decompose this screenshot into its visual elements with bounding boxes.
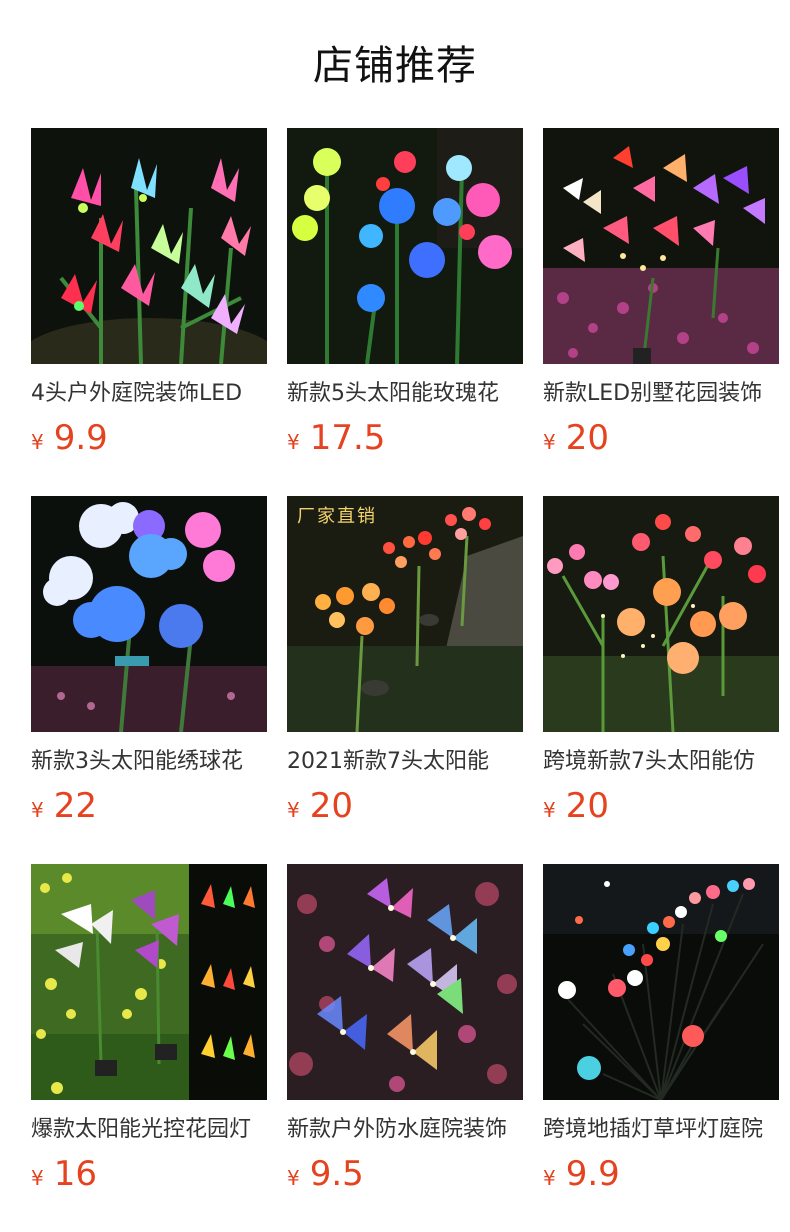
product-card[interactable]: 跨境新款7头太阳能仿 ¥20 xyxy=(543,496,779,826)
price-amount: 9.9 xyxy=(565,1154,620,1194)
product-name[interactable]: 爆款太阳能光控花园灯 xyxy=(31,1114,267,1146)
currency-symbol: ¥ xyxy=(543,1166,556,1190)
product-name[interactable]: 新款LED别墅花园装饰 xyxy=(543,378,779,410)
price-amount: 20 xyxy=(565,418,609,458)
product-price: ¥20 xyxy=(543,784,609,828)
carnation-lights-image[interactable]: 厂家直销 xyxy=(287,496,523,732)
rose-lights-image[interactable] xyxy=(287,128,523,364)
product-price: ¥9.5 xyxy=(287,1152,364,1196)
price-amount: 16 xyxy=(53,1154,97,1194)
product-price: ¥20 xyxy=(543,416,609,460)
product-name[interactable]: 跨境新款7头太阳能仿 xyxy=(543,746,779,778)
product-price: ¥20 xyxy=(287,784,353,828)
product-card[interactable]: 厂家直销 2021新款7头太阳能 ¥20 xyxy=(287,496,523,826)
product-price: ¥17.5 xyxy=(287,416,385,460)
product-card[interactable]: 跨境地插灯草坪灯庭院 ¥9.9 xyxy=(543,864,779,1194)
price-amount: 20 xyxy=(309,786,353,826)
orchid-lights-image[interactable] xyxy=(543,128,779,364)
currency-symbol: ¥ xyxy=(31,798,44,822)
product-price: ¥9.9 xyxy=(31,416,108,460)
currency-symbol: ¥ xyxy=(543,430,556,454)
product-grid: 4头户外庭院装饰LED ¥9.9 新款5头太阳能玫瑰花 ¥ 17.5 新款LED… xyxy=(31,128,790,1232)
product-price: ¥16 xyxy=(31,1152,97,1196)
page-title: 店铺推荐 xyxy=(313,43,477,89)
price-amount: 9.9 xyxy=(53,418,108,458)
currency-symbol: ¥ xyxy=(287,798,300,822)
product-name[interactable]: 2021新款7头太阳能 xyxy=(287,746,523,778)
factory-direct-tag: 厂家直销 xyxy=(297,506,377,527)
product-card[interactable]: 新款户外防水庭院装饰 ¥9.5 xyxy=(287,864,523,1194)
product-name[interactable]: 新款3头太阳能绣球花 xyxy=(31,746,267,778)
price-amount: 17.5 xyxy=(309,418,386,458)
currency-symbol: ¥ xyxy=(287,430,300,454)
calla-lily-lights-image[interactable] xyxy=(31,864,267,1100)
price-amount: 9.5 xyxy=(309,1154,364,1194)
price-amount: 22 xyxy=(53,786,97,826)
product-name[interactable]: 新款5头太阳能玫瑰花 xyxy=(287,378,523,410)
currency-symbol: ¥ xyxy=(31,1166,44,1190)
product-price: ¥22 xyxy=(31,784,97,828)
product-card[interactable]: 新款3头太阳能绣球花 ¥22 xyxy=(31,496,267,826)
product-card[interactable]: 4头户外庭院装饰LED ¥9.9 xyxy=(31,128,267,458)
product-card[interactable]: 新款5头太阳能玫瑰花 ¥17.5 xyxy=(287,128,523,458)
currency-symbol: ¥ xyxy=(31,430,44,454)
flower-bouquet-lights-image[interactable] xyxy=(543,496,779,732)
firefly-lights-image[interactable] xyxy=(543,864,779,1100)
product-name[interactable]: 新款户外防水庭院装饰 xyxy=(287,1114,523,1146)
product-card[interactable]: 爆款太阳能光控花园灯 ¥16 xyxy=(31,864,267,1194)
lily-lights-image[interactable] xyxy=(31,128,267,364)
price-amount: 20 xyxy=(565,786,609,826)
butterfly-lights-image[interactable] xyxy=(287,864,523,1100)
currency-symbol: ¥ xyxy=(543,798,556,822)
hydrangea-lights-image[interactable] xyxy=(31,496,267,732)
product-name[interactable]: 跨境地插灯草坪灯庭院 xyxy=(543,1114,779,1146)
product-price: ¥9.9 xyxy=(543,1152,620,1196)
product-card[interactable]: 新款LED别墅花园装饰 ¥20 xyxy=(543,128,779,458)
product-name[interactable]: 4头户外庭院装饰LED xyxy=(31,378,267,410)
currency-symbol: ¥ xyxy=(287,1166,300,1190)
